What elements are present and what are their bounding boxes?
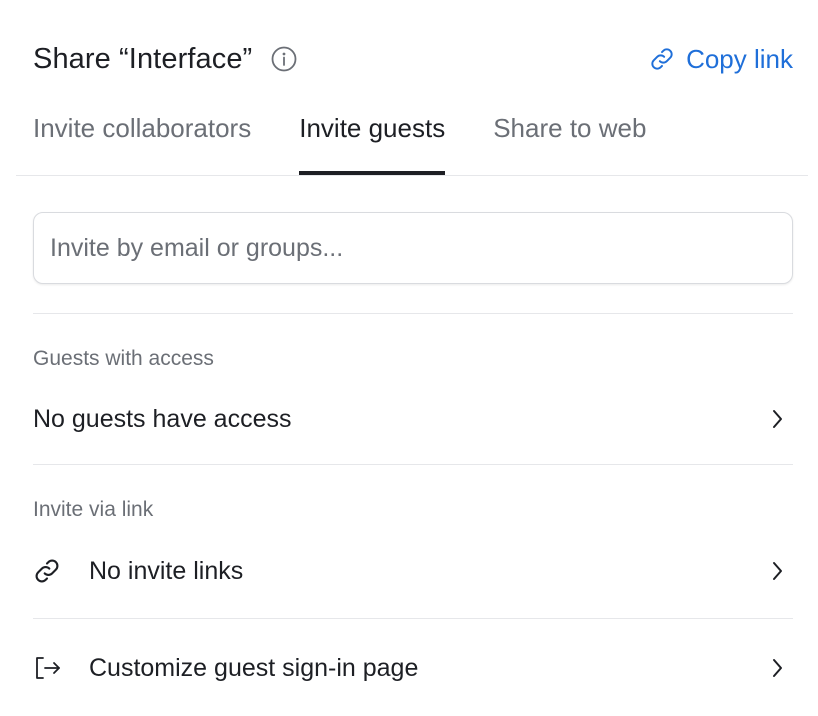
share-dialog-header: Share “Interface” Copy link xyxy=(33,36,793,82)
dialog-title: Share “Interface” xyxy=(33,42,253,75)
customize-signin-label: Customize guest sign-in page xyxy=(89,653,419,682)
chevron-right-icon xyxy=(765,656,789,680)
tabs-divider xyxy=(16,175,808,176)
tab-invite-collaborators[interactable]: Invite collaborators xyxy=(33,104,251,174)
invite-links-label: No invite links xyxy=(89,556,244,585)
guests-access-row[interactable]: No guests have access xyxy=(33,391,793,447)
customize-signin-row[interactable]: Customize guest sign-in page xyxy=(33,640,793,696)
invite-email-input[interactable] xyxy=(33,212,793,284)
share-tabs: Invite collaborators Invite guests Share… xyxy=(33,104,694,176)
copy-link-button[interactable]: Copy link xyxy=(648,44,793,75)
section-divider xyxy=(33,464,793,465)
copy-link-label: Copy link xyxy=(686,43,793,74)
chevron-right-icon xyxy=(765,407,789,431)
chevron-right-icon xyxy=(765,559,789,583)
section-divider xyxy=(33,618,793,619)
title-group: Share “Interface” xyxy=(33,43,298,76)
sign-in-icon xyxy=(33,652,65,684)
tab-share-to-web[interactable]: Share to web xyxy=(493,104,646,174)
invite-links-row[interactable]: No invite links xyxy=(33,543,793,599)
guests-access-label: No guests have access xyxy=(33,404,292,433)
link-icon xyxy=(33,555,65,587)
tab-invite-guests[interactable]: Invite guests xyxy=(299,104,445,175)
link-icon xyxy=(648,45,676,73)
section-divider xyxy=(33,313,793,314)
info-icon[interactable] xyxy=(270,45,298,73)
link-section-label: Invite via link xyxy=(33,498,154,521)
guests-section-label: Guests with access xyxy=(33,347,214,370)
